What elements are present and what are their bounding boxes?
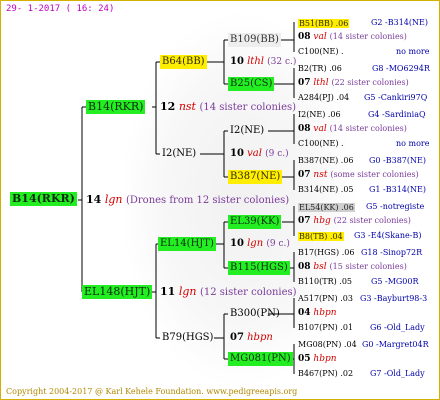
mating-number: 10 bbox=[230, 148, 244, 159]
mating-number: 12 bbox=[160, 100, 176, 113]
g5-top-label[interactable]: EL54(KK) .06 bbox=[298, 203, 355, 212]
mating-code: lgn bbox=[104, 193, 123, 206]
mating-code: lgn bbox=[247, 238, 264, 249]
g5-bottom-ref: G7 -Old_Lady bbox=[370, 369, 425, 378]
g5-top-ref: G8 -MO6294R bbox=[372, 64, 430, 73]
mating-number: 05 bbox=[298, 354, 311, 364]
g5-bottom-ref: G5 -Cankiri97Q bbox=[364, 93, 428, 102]
mating-code: hbpn bbox=[313, 308, 337, 318]
mating-code: lthl bbox=[247, 56, 264, 67]
mating-code: lgn bbox=[178, 285, 197, 298]
g5-top-label[interactable]: A517(PN) .03 bbox=[298, 293, 353, 305]
g5-top-label[interactable]: B2(TR) .06 bbox=[298, 63, 342, 75]
root-mating: 14 lgn (Drones from 12 sister colonies) bbox=[86, 194, 289, 207]
b64-mating: 10 lthl (32 c.) bbox=[230, 56, 296, 68]
g5-top-ref: G18 -Sinop72R bbox=[361, 248, 423, 257]
mating-number: 07 bbox=[298, 216, 311, 226]
g5-bottom-label[interactable]: B314(NE) .05 bbox=[298, 184, 354, 196]
g5-bottom-label[interactable]: A284(PJ) .04 bbox=[298, 92, 349, 104]
mating-number: 08 bbox=[298, 124, 311, 134]
g5-top-label[interactable]: I2(NE) .06 bbox=[298, 109, 341, 121]
g5-bottom-label[interactable]: B467(PN) .02 bbox=[298, 368, 353, 380]
dam-queen[interactable]: B14(RKR) bbox=[86, 100, 146, 114]
g5-top-label[interactable]: MG08(PN) .04 bbox=[298, 339, 357, 351]
b79-mating: 07 hbpn bbox=[230, 332, 273, 344]
dam-mating: 12 nst (14 sister colonies) bbox=[160, 101, 296, 114]
mating-note: (22 sister colonies) bbox=[333, 216, 411, 225]
mating-note: (14 sister colonies) bbox=[329, 124, 407, 133]
queen-b387[interactable]: B387(NE) bbox=[228, 170, 283, 184]
g5-top-ref: G5 -notregiste bbox=[366, 202, 425, 211]
g5-bottom-ref: no more bbox=[396, 139, 430, 148]
mating-note: (Drones from 12 sister colonies) bbox=[125, 195, 290, 206]
g5-bottom-label[interactable]: B110(TR) .05 bbox=[298, 276, 352, 288]
mating-number: 04 bbox=[298, 308, 311, 318]
mating-code: bsl bbox=[313, 262, 327, 272]
g5-bottom-ref: G5 -MG00R bbox=[371, 277, 419, 286]
g5-bottom-label[interactable]: B107(PN) .01 bbox=[298, 322, 353, 334]
mating-code: nst bbox=[178, 100, 196, 113]
copyright-footer: Copyright 2004-2017 @ Karl Kehele Founda… bbox=[6, 387, 298, 396]
mating-note: (9 c.) bbox=[266, 239, 290, 249]
mating-number: 07 bbox=[230, 332, 244, 343]
queen-b64[interactable]: B64(BB) bbox=[160, 55, 207, 69]
mating-number: 10 bbox=[230, 56, 244, 67]
mating-number: 07 bbox=[298, 78, 311, 88]
mating-code: hbg bbox=[313, 216, 331, 226]
g5-bottom-ref: G3 -E4(Skane-B) bbox=[354, 231, 422, 240]
mating-note: (some sister colonies) bbox=[330, 170, 419, 179]
mating-note: (14 sister colonies) bbox=[329, 32, 407, 41]
mating-number: 08 bbox=[298, 32, 311, 42]
sire-mating: 11 lgn (12 sister colonies) bbox=[160, 286, 297, 299]
g5-top-label[interactable]: B17(HGS) .06 bbox=[298, 247, 354, 259]
queen-b25[interactable]: B25(CS) bbox=[228, 77, 275, 91]
g5-top-ref: G3 -Bayburt98-3 bbox=[360, 294, 428, 303]
queen-b115[interactable]: B115(HGS) bbox=[228, 261, 290, 275]
mating-number: 07 bbox=[298, 170, 311, 180]
queen-mg081[interactable]: MG081(PN) bbox=[228, 352, 293, 366]
g5-top-ref: G4 -SardiniaQ bbox=[368, 110, 426, 119]
i2-mating: 10 val (9 c.) bbox=[230, 148, 289, 160]
mating-number: 11 bbox=[160, 285, 176, 298]
mating-code: val bbox=[313, 32, 327, 42]
el14-mating: 10 lgn (9 c.) bbox=[230, 238, 290, 250]
sire-queen[interactable]: EL148(HJT) bbox=[82, 285, 153, 299]
g5-top-label[interactable]: B387(NE) .06 bbox=[298, 155, 354, 167]
g5-bottom-label[interactable]: C100(NE) . bbox=[298, 46, 344, 58]
mating-number: 10 bbox=[230, 238, 244, 249]
root-queen[interactable]: B14(RKR) bbox=[10, 192, 77, 206]
queen-b79[interactable]: B79(HGS) bbox=[160, 331, 215, 345]
queen-el14[interactable]: EL14(HJT) bbox=[158, 237, 216, 251]
mating-note: (22 sister colonies) bbox=[331, 78, 409, 87]
mating-note: (14 sister colonies) bbox=[199, 102, 297, 113]
queen-i2[interactable]: I2(NE) bbox=[160, 147, 198, 161]
g5-top-ref: G0 -B387(NE) bbox=[369, 156, 426, 165]
mating-code: val bbox=[313, 124, 327, 134]
g5-bottom-label[interactable]: B8(TB) .04 bbox=[298, 232, 344, 241]
g5-top-label[interactable]: B51(BB) .06 bbox=[298, 19, 350, 28]
queen-b300[interactable]: B300(PN) bbox=[228, 307, 282, 321]
date-stamp: 29- 1-2017 ( 16: 24) bbox=[6, 4, 115, 14]
g5-top-ref: G2 -B314(NE) bbox=[371, 18, 428, 27]
g5-bottom-ref: no more bbox=[396, 47, 430, 56]
mating-number: 08 bbox=[298, 262, 311, 272]
mating-note: (15 sister colonies) bbox=[329, 262, 407, 271]
g5-bottom-ref: G6 -Old_Lady bbox=[370, 323, 425, 332]
mating-code: hbpn bbox=[313, 354, 337, 364]
mating-number: 14 bbox=[86, 193, 102, 206]
g5-bottom-ref: G1 -B314(NE) bbox=[369, 185, 426, 194]
mating-note: (12 sister colonies) bbox=[199, 287, 297, 298]
mating-note: (9 c.) bbox=[265, 149, 289, 159]
g5-bottom-label[interactable]: C100(NE) . bbox=[298, 138, 344, 150]
queen-el39[interactable]: EL39(KK) bbox=[228, 215, 282, 229]
g5-top-ref: G0 -Margret04R bbox=[362, 340, 429, 349]
queen-i2ne[interactable]: I2(NE) bbox=[228, 124, 266, 138]
mating-note: (32 c.) bbox=[267, 57, 297, 67]
mating-code: lthl bbox=[313, 78, 329, 88]
mating-code: hbpn bbox=[247, 332, 273, 343]
queen-b109[interactable]: B109(BB) bbox=[228, 33, 281, 47]
mating-code: val bbox=[247, 148, 262, 159]
mating-code: nst bbox=[313, 170, 328, 180]
